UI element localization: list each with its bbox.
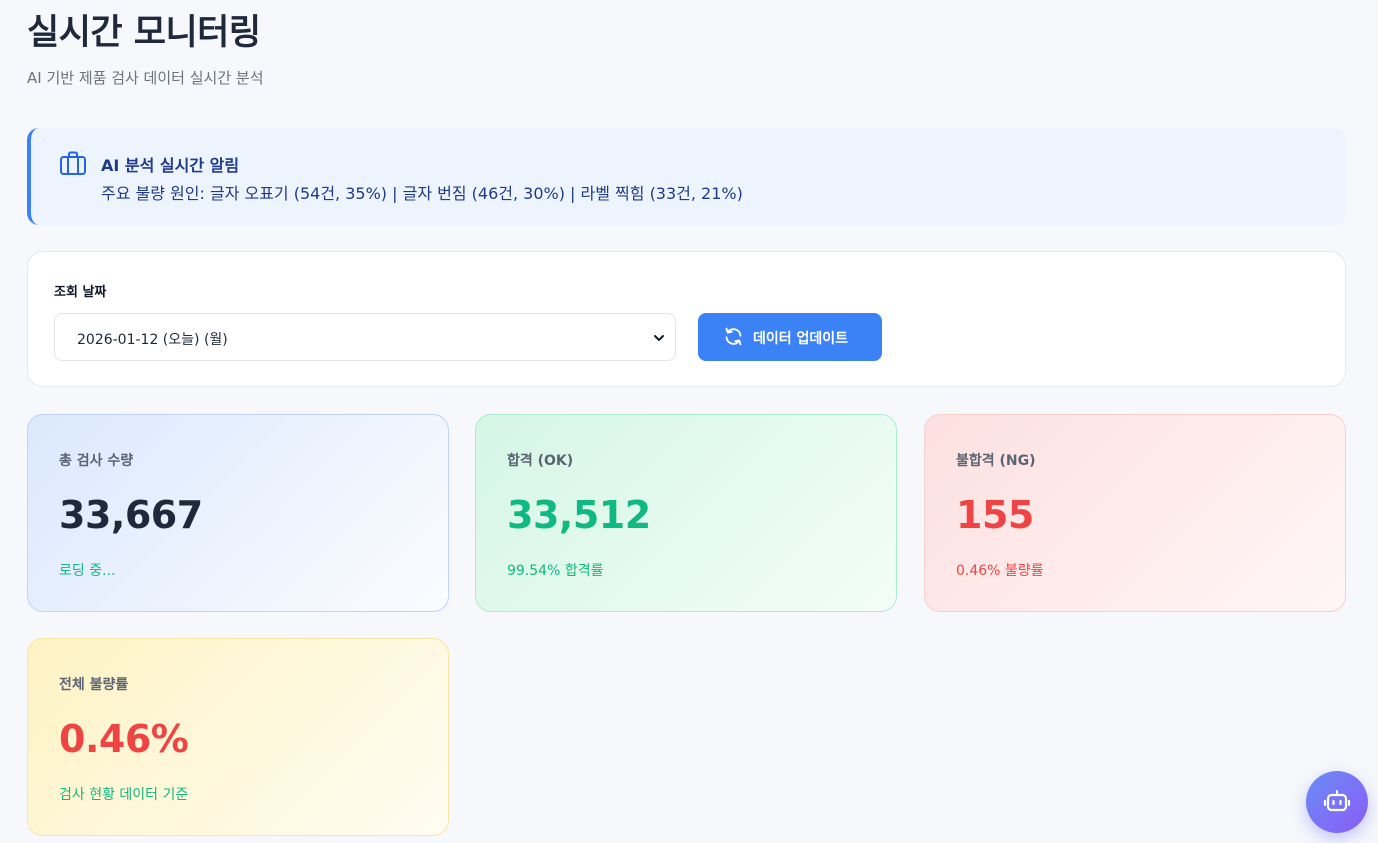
refresh-icon	[725, 327, 742, 346]
date-select-value: 2026-01-12 (오늘) (월)	[77, 332, 228, 348]
date-filter-card: 조회 날짜 2026-01-12 (오늘) (월) 데이터 업데이트	[27, 251, 1346, 387]
date-select[interactable]: 2026-01-12 (오늘) (월)	[54, 313, 676, 361]
stat-subtext: 검사 현황 데이터 기준	[59, 787, 189, 803]
stat-card-ng: 불합격 (NG) 155 0.46% 불량률	[924, 414, 1346, 612]
alert-title: AI 분석 실시간 알림	[101, 156, 240, 175]
ai-alert-banner: AI 분석 실시간 알림 주요 불량 원인: 글자 오표기 (54건, 35%)…	[27, 128, 1346, 225]
monitoring-page: 실시간 모니터링 AI 기반 제품 검사 데이터 실시간 분석 AI 분석 실시…	[0, 0, 1378, 843]
stat-value: 33,512	[507, 493, 651, 537]
stat-label: 불합격 (NG)	[956, 453, 1036, 469]
stat-subtext: 0.46% 불량률	[956, 563, 1044, 579]
stat-label: 합격 (OK)	[507, 453, 574, 469]
stat-subtext: 99.54% 합격률	[507, 563, 604, 579]
update-data-button[interactable]: 데이터 업데이트	[698, 313, 882, 361]
stat-label: 총 검사 수량	[59, 453, 134, 469]
stat-subtext: 로딩 중...	[59, 563, 116, 579]
stat-value: 0.46%	[59, 717, 189, 761]
alert-message: 주요 불량 원인: 글자 오표기 (54건, 35%) | 글자 번짐 (46건…	[101, 184, 743, 203]
stat-card-total: 총 검사 수량 33,667 로딩 중...	[27, 414, 449, 612]
date-filter-label: 조회 날짜	[54, 285, 107, 300]
stat-label: 전체 불량률	[59, 677, 129, 693]
stat-card-ok: 합격 (OK) 33,512 99.54% 합격률	[475, 414, 897, 612]
page-subtitle: AI 기반 제품 검사 데이터 실시간 분석	[27, 69, 264, 87]
stat-value: 33,667	[59, 493, 203, 537]
stat-value: 155	[956, 493, 1034, 537]
page-title: 실시간 모니터링	[27, 13, 261, 53]
stat-card-defect-rate: 전체 불량률 0.46% 검사 현황 데이터 기준	[27, 638, 449, 836]
update-button-label: 데이터 업데이트	[753, 331, 849, 347]
briefcase-icon	[60, 151, 86, 175]
robot-icon	[1323, 790, 1351, 812]
chatbot-button[interactable]	[1306, 771, 1368, 833]
chevron-down-icon	[654, 335, 664, 341]
